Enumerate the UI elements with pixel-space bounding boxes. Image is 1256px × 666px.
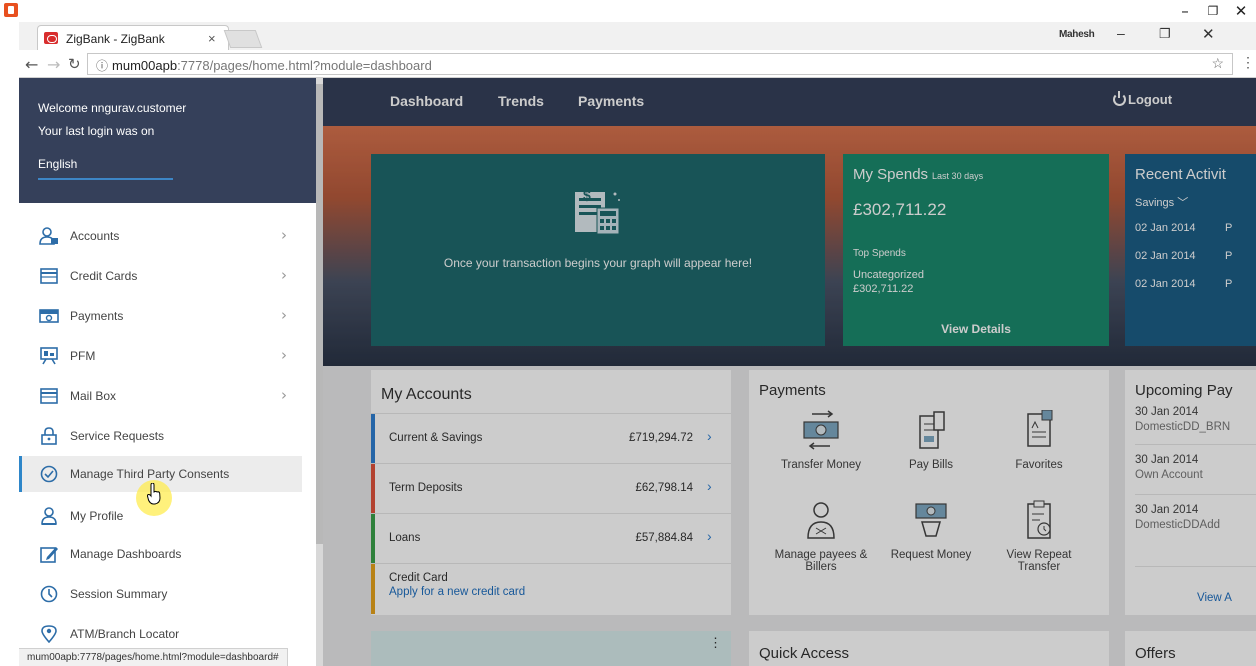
mailbox-icon <box>40 388 58 404</box>
sidebar-item-label: Manage Third Party Consents <box>70 467 230 481</box>
sidebar-item-label: Session Summary <box>70 587 168 601</box>
info-icon[interactable]: ⓘ <box>96 59 108 73</box>
clock-icon <box>40 585 58 603</box>
app-logo-icon <box>4 3 18 17</box>
sidebar-item-label: Manage Dashboards <box>70 547 182 561</box>
welcome-text: Welcome nngurav.customer <box>38 101 187 115</box>
tab-strip: ZigBank - ZigBank × Mahesh – ❐ ✕ <box>19 22 1256 50</box>
sidebar-item-atm-locator[interactable]: ATM/Branch Locator <box>19 616 302 652</box>
outer-window-titlebar <box>0 0 1256 22</box>
side-menu-header: Welcome nngurav.customer Your last login… <box>19 78 316 203</box>
chevron-right-icon: › <box>281 266 287 284</box>
sidebar-item-mail-box[interactable]: Mail Box › <box>19 378 302 414</box>
lock-icon <box>41 427 57 445</box>
sidebar-scrollbar-thumb[interactable] <box>316 84 323 544</box>
bookmark-star-icon[interactable]: ☆ <box>1211 55 1224 72</box>
sidebar-item-pfm[interactable]: PFM › <box>19 338 302 374</box>
location-pin-icon <box>41 625 57 643</box>
sidebar-item-session-summary[interactable]: Session Summary <box>19 576 302 612</box>
profile-icon <box>41 507 57 525</box>
url-path: :7778/pages/home.html?module=dashboard <box>177 58 432 73</box>
page: Dashboard Trends Payments Logout $ Once … <box>19 78 1256 666</box>
side-menu: Welcome nngurav.customer Your last login… <box>19 78 316 666</box>
pfm-icon <box>40 347 58 365</box>
credit-card-icon <box>40 268 58 284</box>
sidebar-item-label: Payments <box>70 309 124 323</box>
favicon-icon <box>44 32 58 44</box>
sidebar-item-label: My Profile <box>70 509 124 523</box>
new-tab-button[interactable] <box>223 30 263 48</box>
sidebar-item-label: PFM <box>70 349 96 363</box>
browser-menu-icon[interactable]: ⋮ <box>1241 54 1255 71</box>
chevron-right-icon: › <box>281 386 287 404</box>
accounts-icon <box>39 227 58 245</box>
language-select[interactable]: English <box>38 157 77 171</box>
link-status-bar: mum00apb:7778/pages/home.html?module=das… <box>19 648 288 666</box>
chevron-right-icon: › <box>281 346 287 364</box>
chevron-right-icon: › <box>281 306 287 324</box>
sidebar-item-credit-cards[interactable]: Credit Cards › <box>19 258 302 294</box>
url-host: mum00apb <box>112 58 178 73</box>
tab-close-icon[interactable]: × <box>208 31 216 46</box>
browser-close-button[interactable]: ✕ <box>1202 25 1215 43</box>
language-underline <box>38 178 173 180</box>
reload-icon[interactable]: ↻ <box>68 55 81 73</box>
check-circle-icon <box>40 465 58 483</box>
sidebar-item-label: Credit Cards <box>70 269 138 283</box>
url-input[interactable]: ⓘ mum00apb:7778/pages/home.html?module=da… <box>87 53 1233 75</box>
sidebar-item-label: Accounts <box>70 229 120 243</box>
last-login-text: Your last login was on <box>38 124 155 138</box>
payments-icon <box>39 309 59 323</box>
browser-window: ZigBank - ZigBank × Mahesh – ❐ ✕ ← → ↻ ⓘ… <box>19 22 1256 666</box>
sidebar-item-label: ATM/Branch Locator <box>70 627 180 641</box>
address-bar: ← → ↻ ⓘ mum00apb:7778/pages/home.html?mod… <box>19 50 1256 78</box>
hand-cursor-icon <box>147 483 161 505</box>
sidebar-item-manage-dashboards[interactable]: Manage Dashboards <box>19 536 302 572</box>
window-close-button[interactable]: ✕ <box>1226 0 1256 22</box>
tab-title: ZigBank - ZigBank <box>66 32 165 46</box>
chevron-right-icon: › <box>281 226 287 244</box>
sidebar-item-accounts[interactable]: Accounts › <box>19 218 302 254</box>
sidebar-item-label: Service Requests <box>70 429 165 443</box>
forward-arrow-icon[interactable]: → <box>47 55 60 74</box>
window-restore-button[interactable]: ❐ <box>1198 0 1228 22</box>
window-minimize-button[interactable]: – <box>1170 0 1200 22</box>
browser-restore-button[interactable]: ❐ <box>1159 26 1171 42</box>
profile-name[interactable]: Mahesh <box>1059 29 1095 40</box>
sidebar-item-label: Mail Box <box>70 389 117 403</box>
browser-tab[interactable]: ZigBank - ZigBank × <box>37 25 229 50</box>
edit-icon <box>40 547 58 563</box>
sidebar-item-payments[interactable]: Payments › <box>19 298 302 334</box>
menu-overlay[interactable] <box>316 78 1256 666</box>
back-arrow-icon[interactable]: ← <box>25 55 38 74</box>
sidebar-item-service-requests[interactable]: Service Requests <box>19 418 302 454</box>
browser-minimize-button[interactable]: – <box>1117 25 1125 41</box>
